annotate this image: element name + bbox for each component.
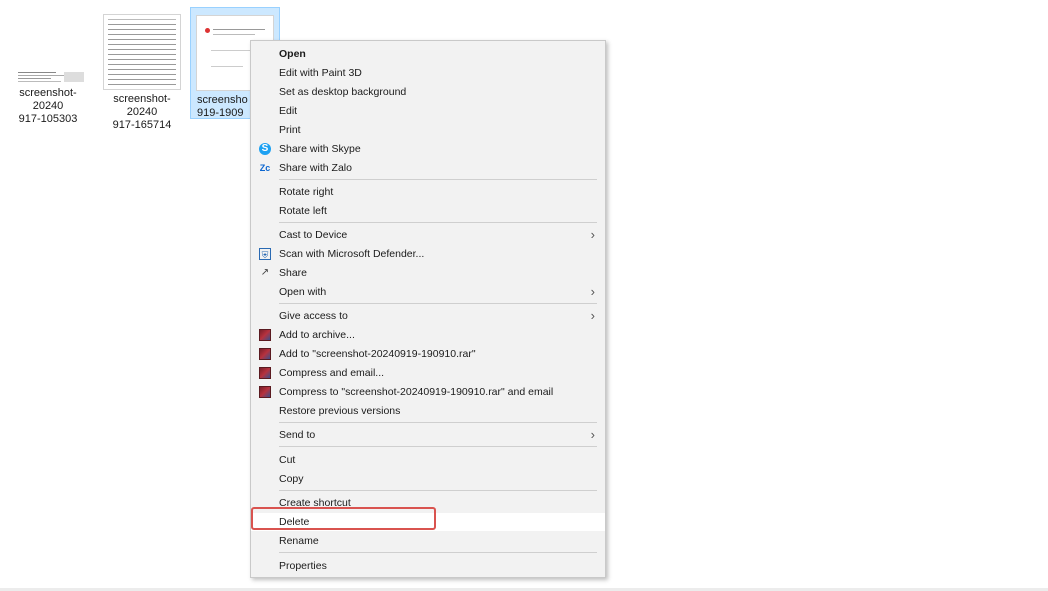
menu-item-restore-previous-versions[interactable]: Restore previous versions: [251, 402, 605, 420]
menu-item-label: Rotate right: [279, 186, 334, 198]
file-icon-screenshot-1[interactable]: screenshot-20240 917-105303: [4, 14, 92, 126]
menu-item-add-to-archive[interactable]: Add to archive...: [251, 326, 605, 344]
menu-separator: [279, 222, 597, 223]
menu-item-label: Share with Skype: [279, 143, 361, 155]
menu-item-compress-and-email[interactable]: Compress and email...: [251, 364, 605, 382]
menu-item-rotate-right[interactable]: Rotate right: [251, 183, 605, 201]
menu-item-open-with[interactable]: Open with ›: [251, 283, 605, 301]
menu-item-label: Rotate left: [279, 205, 327, 217]
delete-highlight-annotation: [251, 507, 436, 530]
menu-item-copy[interactable]: Copy: [251, 470, 605, 488]
image-thumbnail: [103, 14, 181, 90]
menu-separator: [279, 446, 597, 447]
menu-item-label: Restore previous versions: [279, 405, 401, 417]
menu-item-label: Cut: [279, 454, 296, 466]
menu-item-edit-with-paint-3d[interactable]: Edit with Paint 3D: [251, 64, 605, 82]
menu-item-share-with-zalo[interactable]: Zc Share with Zalo: [251, 159, 605, 177]
chevron-right-icon: ›: [590, 227, 595, 242]
zalo-icon: Zc: [259, 163, 271, 173]
menu-separator: [279, 179, 597, 180]
menu-item-label: Properties: [279, 560, 327, 572]
menu-item-properties[interactable]: Properties: [251, 557, 605, 575]
file-name: screenshot-20240 917-105303: [18, 87, 78, 125]
menu-item-edit[interactable]: Edit: [251, 102, 605, 120]
menu-item-label: Print: [279, 124, 301, 136]
menu-item-print[interactable]: Print: [251, 121, 605, 139]
menu-item-label: Rename: [279, 535, 319, 547]
menu-item-add-to-rar[interactable]: Add to "screenshot-20240919-190910.rar": [251, 345, 605, 363]
context-menu: Open Edit with Paint 3D Set as desktop b…: [250, 40, 606, 578]
menu-item-label: Compress to "screenshot-20240919-190910.…: [279, 386, 554, 398]
menu-item-label: Compress and email...: [279, 367, 385, 379]
menu-item-label: Open: [279, 48, 306, 60]
menu-item-label: Cast to Device: [279, 229, 348, 241]
menu-item-cast-to-device[interactable]: Cast to Device ›: [251, 226, 605, 244]
menu-item-label: Copy: [279, 473, 304, 485]
menu-item-label: Give access to: [279, 310, 348, 322]
defender-icon: ⛨: [259, 248, 271, 260]
menu-item-send-to[interactable]: Send to ›: [251, 426, 605, 444]
winrar-icon: [259, 386, 271, 398]
menu-item-label: Set as desktop background: [279, 86, 407, 98]
menu-separator: [279, 303, 597, 304]
image-thumbnail: [10, 14, 86, 84]
chevron-right-icon: ›: [590, 427, 595, 442]
menu-item-rename[interactable]: Rename: [251, 532, 605, 550]
winrar-icon: [259, 367, 271, 379]
menu-item-cut[interactable]: Cut: [251, 451, 605, 469]
menu-item-label: Edit: [279, 105, 298, 117]
menu-item-label: Scan with Microsoft Defender...: [279, 248, 425, 260]
menu-item-label: Send to: [279, 429, 316, 441]
file-name: screenshot-20240 917-165714: [112, 93, 172, 131]
menu-item-label: Add to archive...: [279, 329, 355, 341]
winrar-icon: [259, 329, 271, 341]
menu-item-label: Share with Zalo: [279, 162, 352, 174]
menu-item-give-access-to[interactable]: Give access to ›: [251, 307, 605, 325]
menu-item-label: Add to "screenshot-20240919-190910.rar": [279, 348, 476, 360]
share-icon: ↗: [260, 267, 270, 278]
menu-item-compress-to-rar-and-email[interactable]: Compress to "screenshot-20240919-190910.…: [251, 383, 605, 401]
menu-separator: [279, 552, 597, 553]
menu-item-label: Edit with Paint 3D: [279, 67, 362, 79]
menu-item-set-as-desktop-background[interactable]: Set as desktop background: [251, 83, 605, 101]
menu-separator: [279, 490, 597, 491]
file-icon-screenshot-2[interactable]: screenshot-20240 917-165714: [98, 14, 186, 132]
menu-item-rotate-left[interactable]: Rotate left: [251, 202, 605, 220]
menu-item-open[interactable]: Open: [251, 45, 605, 63]
skype-icon: S: [259, 143, 271, 155]
chevron-right-icon: ›: [590, 284, 595, 299]
menu-item-label: Share: [279, 267, 308, 279]
menu-separator: [279, 422, 597, 423]
menu-item-share-with-skype[interactable]: S Share with Skype: [251, 140, 605, 158]
winrar-icon: [259, 348, 271, 360]
menu-item-scan-with-microsoft-defender[interactable]: ⛨ Scan with Microsoft Defender...: [251, 245, 605, 263]
menu-item-label: Open with: [279, 286, 327, 298]
chevron-right-icon: ›: [590, 308, 595, 323]
menu-item-share[interactable]: ↗ Share: [251, 264, 605, 282]
